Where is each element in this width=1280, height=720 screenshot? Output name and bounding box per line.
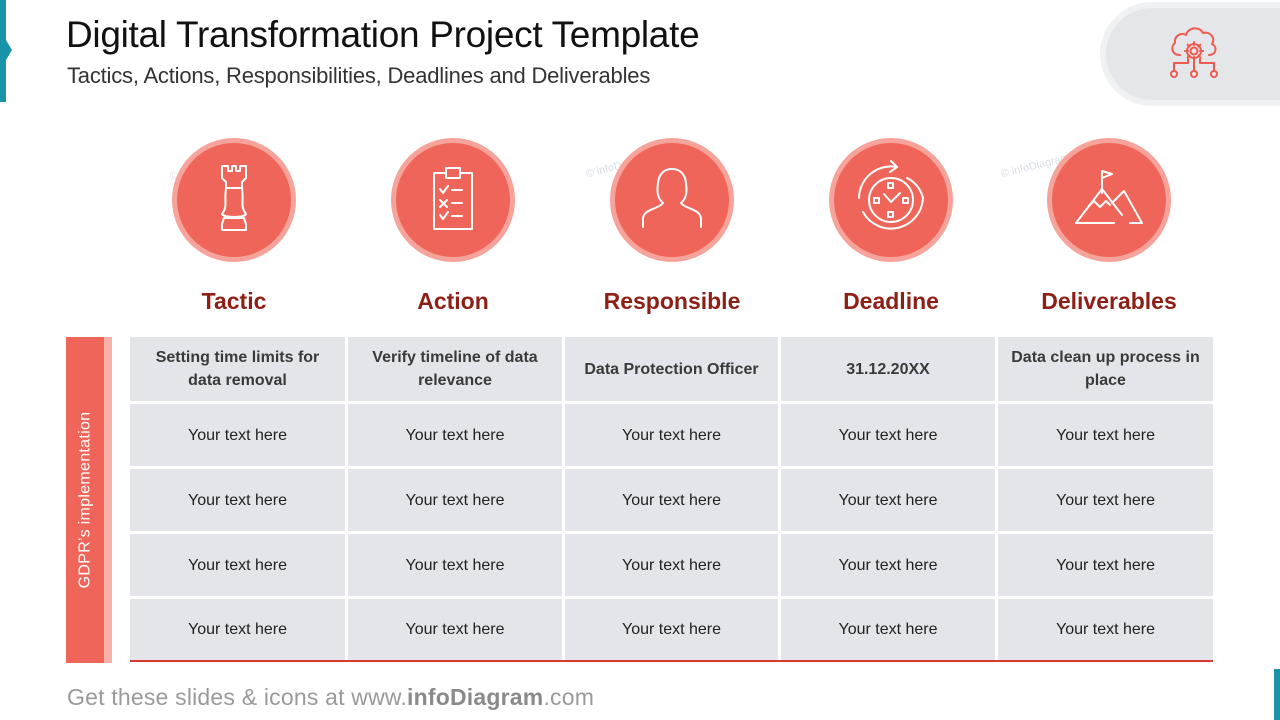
table-cell[interactable]: Your text here <box>998 599 1213 660</box>
column-label: Responsible <box>603 288 741 314</box>
table-cell[interactable]: Data Protection Officer <box>565 337 778 401</box>
icon-circle <box>172 138 296 262</box>
table-cell[interactable]: Your text here <box>130 534 345 596</box>
table-cell[interactable]: Your text here <box>781 404 995 466</box>
column-header-tactic: Tactic <box>172 138 296 314</box>
column-header-responsible: Responsible <box>604 138 740 314</box>
side-band: GDPR’s implementation <box>66 337 112 663</box>
cloud-gear-network-icon <box>1166 21 1222 88</box>
side-band-fill: GDPR’s implementation <box>66 337 104 663</box>
side-label: GDPR’s implementation <box>76 411 93 589</box>
table-cell[interactable]: Your text here <box>130 599 345 660</box>
table-row: Your text here Your text here Your text … <box>130 599 1213 660</box>
table-cell[interactable]: Your text here <box>998 534 1213 596</box>
table-cell[interactable]: Verify timeline of data relevance <box>348 337 562 401</box>
corner-badge <box>1100 2 1280 106</box>
column-header-action: Action <box>391 138 515 314</box>
table-row: Your text here Your text here Your text … <box>130 404 1213 466</box>
footer-brand: infoDiagram <box>407 684 544 710</box>
table-cell[interactable]: Your text here <box>781 599 995 660</box>
clock-refresh-icon <box>851 158 931 243</box>
corner-accent <box>1274 669 1280 720</box>
column-label: Tactic <box>201 288 267 314</box>
table-cell[interactable]: Your text here <box>781 469 995 531</box>
page-subtitle: Tactics, Actions, Responsibilities, Dead… <box>67 63 651 88</box>
page-title: Digital Transformation Project Template <box>66 14 700 55</box>
table-cell[interactable]: Your text here <box>348 534 562 596</box>
accent-notch <box>6 40 12 60</box>
icon-circle <box>391 138 515 262</box>
table-cell[interactable]: Your text here <box>998 404 1213 466</box>
table-row: Your text here Your text here Your text … <box>130 469 1213 531</box>
table-row: Your text here Your text here Your text … <box>130 534 1213 596</box>
table-cell[interactable]: Your text here <box>130 404 345 466</box>
mountain-flag-icon <box>1072 167 1146 234</box>
table-cell[interactable]: Your text here <box>565 404 778 466</box>
footer-credit[interactable]: Get these slides & icons at www.infoDiag… <box>67 684 594 711</box>
column-header-deadline: Deadline <box>829 138 953 314</box>
icon-circle <box>829 138 953 262</box>
table-cell[interactable]: Your text here <box>348 404 562 466</box>
table-cell[interactable]: Data clean up process in place <box>998 337 1213 401</box>
icon-circle <box>1047 138 1171 262</box>
chess-rook-icon <box>214 162 254 239</box>
table-cell[interactable]: Your text here <box>565 534 778 596</box>
table-cell[interactable]: Your text here <box>348 469 562 531</box>
table-cell[interactable]: Setting time limits for data removal <box>130 337 345 401</box>
column-header-deliverables: Deliverables <box>1041 138 1177 314</box>
table-cell[interactable]: Your text here <box>781 534 995 596</box>
table-cell[interactable]: Your text here <box>565 599 778 660</box>
column-label: Deliverables <box>1041 288 1177 314</box>
checklist-clipboard-icon <box>430 165 476 236</box>
icon-circle <box>610 138 734 262</box>
column-label: Action <box>417 288 489 314</box>
table-cell[interactable]: Your text here <box>130 469 345 531</box>
table-cell[interactable]: Your text here <box>998 469 1213 531</box>
person-icon <box>639 165 705 236</box>
project-table: Setting time limits for data removal Ver… <box>130 337 1213 662</box>
table-cell[interactable]: 31.12.20XX <box>781 337 995 401</box>
column-label: Deadline <box>843 288 939 314</box>
footer-prefix: Get these slides & icons at www. <box>67 684 408 710</box>
table-row: Setting time limits for data removal Ver… <box>130 337 1213 401</box>
table-cell[interactable]: Your text here <box>565 469 778 531</box>
table-cell[interactable]: Your text here <box>348 599 562 660</box>
footer-suffix: .com <box>543 684 595 710</box>
